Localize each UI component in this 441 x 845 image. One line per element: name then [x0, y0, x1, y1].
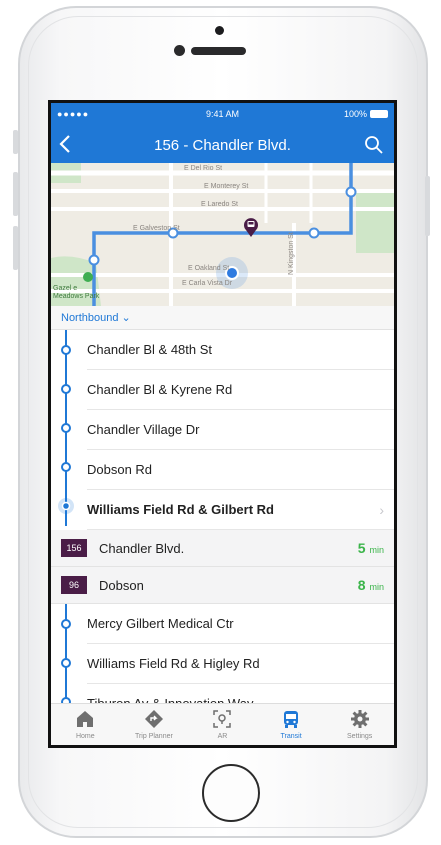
tab-transit[interactable]: Transit	[257, 704, 326, 745]
arrival-eta: 8 min	[358, 577, 384, 593]
stop-name: Chandler Bl & Kyrene Rd	[87, 382, 233, 397]
stop-name: Chandler Bl & 48th St	[87, 342, 213, 357]
earpiece-speaker	[191, 47, 246, 55]
power-button	[425, 176, 430, 236]
arrival-row[interactable]: 96 Dobson 8 min	[51, 567, 394, 604]
bus-marker-icon[interactable]	[243, 217, 259, 237]
tab-home[interactable]: Home	[51, 704, 120, 745]
street-label: E Carla Vista Dr	[182, 280, 233, 287]
street-label: E Laredo St	[201, 201, 238, 208]
tab-settings[interactable]: Settings	[325, 704, 394, 745]
chevron-down-icon: ⌄	[121, 312, 131, 324]
chevron-right-icon: ›	[379, 501, 384, 518]
stop-item[interactable]: Williams Field Rd & Higley Rd	[87, 644, 394, 684]
street-label: E Galveston St	[133, 225, 180, 232]
volume-up-button	[13, 172, 18, 216]
direction-selector[interactable]: Northbound ⌄	[51, 306, 394, 330]
battery-percent: 100%	[343, 109, 367, 119]
home-icon	[77, 711, 94, 727]
tab-label: Trip Planner	[134, 733, 173, 740]
eta-unit: min	[369, 582, 384, 592]
volume-down-button	[13, 226, 18, 270]
route-badge: 96	[61, 576, 87, 594]
battery-icon	[370, 110, 388, 118]
eta-value: 5	[357, 540, 366, 556]
stop-item[interactable]: Mercy Gilbert Medical Ctr	[87, 604, 394, 644]
mute-switch	[13, 130, 18, 154]
status-time: 9:41 AM	[205, 109, 240, 119]
home-button[interactable]	[202, 764, 260, 822]
front-camera	[215, 26, 224, 35]
directions-icon	[144, 710, 163, 728]
street-label: E Monterey St	[204, 183, 249, 190]
stop-name: Dobson Rd	[87, 462, 153, 477]
route-line	[58, 330, 74, 526]
stop-item[interactable]: Chandler Bl & 48th St	[87, 330, 394, 370]
route-badge: 156	[61, 539, 87, 557]
ar-location-icon	[213, 710, 232, 728]
tab-trip-planner[interactable]: Trip Planner	[120, 704, 189, 745]
tab-label: Settings	[347, 733, 373, 740]
eta-value: 8	[357, 577, 366, 593]
route-map[interactable]: E Del Rio St E Monterey St E Laredo St E…	[51, 163, 394, 306]
arrivals-list: 156 Chandler Blvd. 5 min 96 Dobson 8 min	[51, 530, 394, 604]
status-bar: ●●●●● 9:41 AM 100%	[51, 103, 394, 127]
tab-bar: Home Trip Planner AR Transit Settings	[51, 703, 394, 745]
arrival-eta: 5 min	[358, 540, 384, 556]
sensor	[174, 45, 185, 56]
tab-label: Home	[75, 733, 95, 740]
current-stop-item[interactable]: Williams Field Rd & Gilbert Rd ›	[87, 490, 394, 530]
chevron-left-icon[interactable]	[59, 134, 71, 160]
street-label: N Kingston St	[288, 232, 295, 275]
nav-bar: 156 - Chandler Blvd.	[51, 127, 394, 163]
stop-name: Williams Field Rd & Higley Rd	[87, 656, 260, 671]
bus-icon	[284, 711, 299, 728]
direction-label: Northbound	[61, 311, 119, 324]
battery-indicator: 100%	[344, 109, 388, 119]
stop-item[interactable]: Chandler Village Dr	[87, 410, 394, 450]
park-label: Gazel e Meadows Park	[53, 285, 100, 300]
stop-name: Chandler Village Dr	[87, 422, 200, 437]
tab-label: Transit	[280, 733, 302, 740]
eta-unit: min	[369, 545, 384, 555]
app-screen: ●●●●● 9:41 AM 100% 156 - Chandler Blvd.	[48, 100, 397, 748]
search-icon[interactable]	[364, 135, 384, 155]
tab-ar[interactable]: AR	[188, 704, 257, 745]
stop-item[interactable]: Dobson Rd	[87, 450, 394, 490]
stop-item[interactable]: Chandler Bl & Kyrene Rd	[87, 370, 394, 410]
street-label: E Oakland St	[188, 265, 230, 272]
tab-label: AR	[217, 733, 228, 740]
page-title: 156 - Chandler Blvd.	[154, 137, 291, 154]
route-name: Dobson	[99, 577, 144, 593]
route-name: Chandler Blvd.	[99, 540, 185, 556]
arrival-row[interactable]: 156 Chandler Blvd. 5 min	[51, 530, 394, 567]
stop-name: Mercy Gilbert Medical Ctr	[87, 616, 234, 631]
street-label: E Del Rio St	[184, 165, 223, 172]
stop-list: Chandler Bl & 48th St Chandler Bl & Kyre…	[51, 330, 394, 530]
gear-icon	[350, 710, 369, 728]
stop-name: Williams Field Rd & Gilbert Rd	[87, 502, 274, 517]
